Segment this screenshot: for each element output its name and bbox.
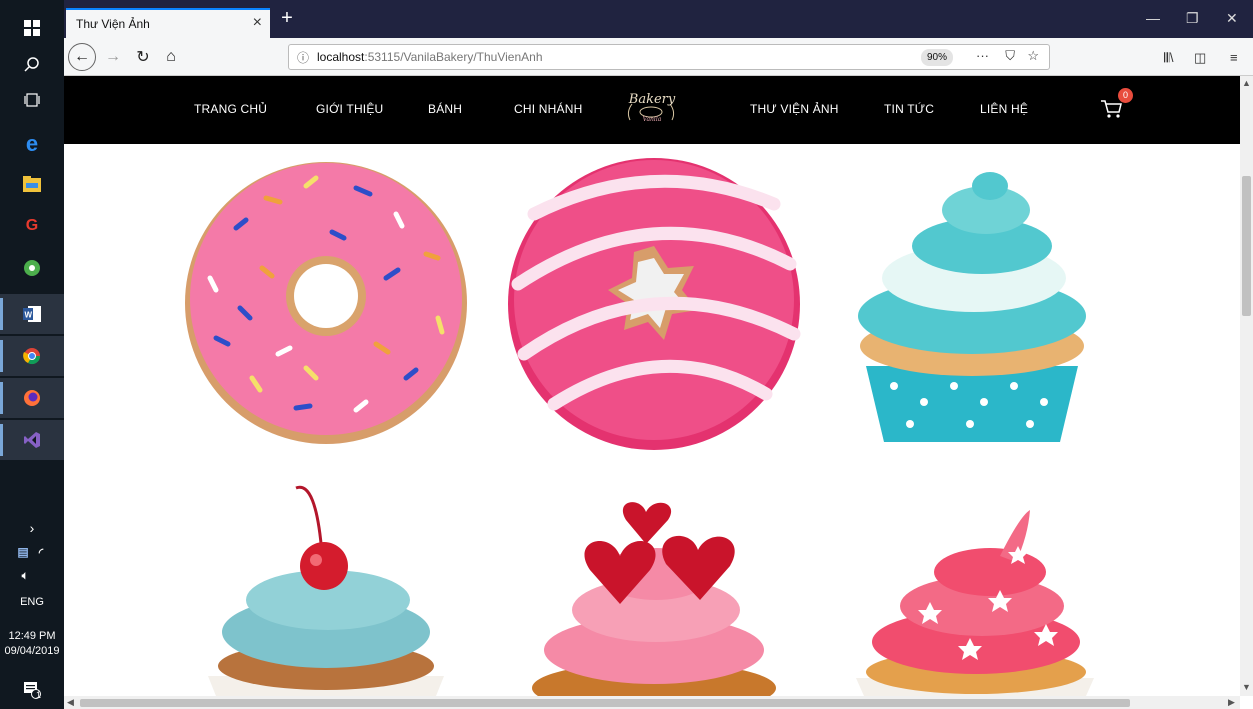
language-indicator[interactable]: ENG — [0, 596, 64, 608]
windows-logo-icon — [23, 19, 41, 37]
restore-icon[interactable]: ❐ — [1186, 10, 1199, 27]
url-host: localhost — [317, 50, 365, 64]
firefox-window: Thư Viện Ảnh × + — ❐ ✕ ← → ↻ ⌂ ⓘ localho… — [64, 0, 1253, 709]
menu-tin-tuc[interactable]: TIN TỨC — [884, 102, 934, 116]
gallery-image-cupcake-hearts[interactable] — [520, 500, 786, 696]
windows-taskbar: e G W › ▤ ◜ 🔈︎ ENG 12:49 PM 09/04/2019 1 — [0, 0, 64, 709]
url-path: :53115/VanilaBakery/ThuVienAnh — [364, 50, 543, 64]
logo-text: Bakery — [628, 92, 676, 107]
reload-icon: ↻ — [136, 49, 150, 66]
show-hidden-icons-chevron[interactable]: › — [0, 520, 64, 536]
cart-count-badge: 0 — [1118, 88, 1133, 103]
scroll-left-icon[interactable]: ◀ — [67, 697, 74, 708]
notification-count: 1 — [36, 690, 42, 700]
close-window-icon[interactable]: ✕ — [1226, 10, 1238, 27]
gallery-image-cupcake-teal[interactable] — [854, 166, 1090, 446]
navigation-toolbar: ← → ↻ ⌂ ⓘ localhost :53115/VanilaBakery/… — [64, 38, 1253, 76]
gallery-image-donut-glazed-pink[interactable] — [504, 154, 804, 452]
action-center-button[interactable]: 1 — [0, 670, 64, 709]
taskbar-chrome[interactable] — [0, 336, 64, 376]
reload-button[interactable]: ↻ — [130, 44, 156, 70]
search-button[interactable] — [0, 44, 64, 84]
sidebar-icon[interactable]: ◫ — [1194, 50, 1206, 66]
edge-icon: e — [25, 131, 39, 156]
chrome-icon — [23, 347, 41, 365]
volume-button[interactable]: 🔈︎ — [0, 564, 64, 588]
garena-icon: G — [25, 217, 39, 234]
folder-icon — [23, 175, 41, 193]
menu-lien-he[interactable]: LIÊN HỆ — [980, 102, 1028, 116]
start-button[interactable] — [0, 8, 64, 48]
gallery-image-cupcake-cherry[interactable] — [204, 480, 448, 696]
network-icon: ◜ — [38, 546, 44, 559]
scroll-down-icon[interactable]: ▼ — [1242, 682, 1251, 692]
hamburger-menu-icon[interactable]: ≡ — [1230, 50, 1238, 65]
page-viewport: TRANG CHỦ GIỚI THIỆU BÁNH CHI NHÁNH Bake… — [64, 76, 1240, 696]
horizontal-scroll-thumb[interactable] — [80, 699, 1130, 707]
taskbar-word[interactable]: W — [0, 294, 64, 334]
speaker-icon: 🔈︎ — [21, 569, 29, 582]
firefox-icon — [23, 389, 41, 407]
tray-icons[interactable]: ▤ ◜ — [0, 540, 64, 564]
clock-time[interactable]: 12:49 PM — [0, 630, 64, 642]
minimize-icon[interactable]: — — [1146, 10, 1160, 26]
taskbar-garena[interactable]: G — [0, 206, 64, 246]
page-actions-icon[interactable]: ··· — [976, 48, 989, 63]
bookmark-star-icon[interactable]: ☆ — [1027, 48, 1039, 64]
logo-subtext: Vanila — [642, 116, 662, 123]
horizontal-scrollbar[interactable]: ◀ ▶ — [64, 696, 1240, 709]
menu-gioi-thieu[interactable]: GIỚI THIỆU — [316, 102, 383, 116]
forward-button[interactable]: → — [100, 44, 126, 70]
zoom-indicator[interactable]: 90% — [920, 49, 953, 66]
bakery-logo[interactable]: Bakery Vanila — [620, 90, 682, 130]
forward-arrow-icon: → — [105, 48, 121, 65]
taskbar-firefox[interactable] — [0, 378, 64, 418]
library-icon[interactable]: 𝄃𝄃\ — [1164, 50, 1173, 66]
new-tab-button[interactable]: + — [276, 8, 298, 30]
address-bar[interactable]: ⓘ localhost :53115/VanilaBakery/ThuVienA… — [288, 44, 1050, 70]
tab-title: Thư Viện Ảnh — [76, 17, 150, 31]
tab-strip: Thư Viện Ảnh × + — ❐ ✕ — [64, 0, 1253, 38]
taskbar-visual-studio[interactable] — [0, 420, 64, 460]
vertical-scrollbar[interactable]: ▲ ▼ — [1240, 76, 1253, 696]
task-view-icon — [23, 91, 41, 109]
scroll-right-icon[interactable]: ▶ — [1228, 697, 1235, 708]
green-app-icon — [23, 259, 41, 277]
back-button[interactable]: ← — [68, 43, 96, 71]
tab-thu-vien-anh[interactable]: Thư Viện Ảnh × — [66, 8, 270, 38]
site-info-icon[interactable]: ⓘ — [289, 49, 317, 66]
taskbar-file-explorer[interactable] — [0, 164, 64, 204]
svg-text:W: W — [25, 311, 33, 320]
gallery-image-donut-sprinkles[interactable] — [176, 158, 476, 448]
menu-trang-chu[interactable]: TRANG CHỦ — [194, 102, 267, 116]
back-arrow-icon: ← — [74, 48, 90, 65]
vertical-scroll-thumb[interactable] — [1242, 176, 1251, 316]
menu-thu-vien-anh[interactable]: THƯ VIỆN ẢNH — [750, 102, 839, 116]
search-icon — [23, 55, 41, 73]
taskbar-app-green[interactable] — [0, 248, 64, 288]
site-navigation-bar: TRANG CHỦ GIỚI THIỆU BÁNH CHI NHÁNH Bake… — [64, 76, 1240, 144]
tab-close-icon[interactable]: × — [253, 14, 262, 32]
menu-chi-nhanh[interactable]: CHI NHÁNH — [514, 102, 582, 116]
home-button[interactable]: ⌂ — [158, 44, 184, 70]
home-icon: ⌂ — [166, 48, 176, 65]
task-view-button[interactable] — [0, 80, 64, 120]
taskbar-edge[interactable]: e — [0, 124, 64, 164]
screen: e G W › ▤ ◜ 🔈︎ ENG 12:49 PM 09/04/2019 1… — [0, 0, 1253, 709]
menu-banh[interactable]: BÁNH — [428, 102, 462, 116]
tray-keyboard-icon: ▤ — [17, 545, 29, 559]
clock-date[interactable]: 09/04/2019 — [0, 645, 64, 657]
gallery-image-cupcake-pink-stars[interactable] — [850, 506, 1100, 696]
visual-studio-icon — [23, 431, 41, 449]
scroll-up-icon[interactable]: ▲ — [1242, 78, 1251, 88]
word-icon: W — [23, 305, 41, 323]
pocket-icon[interactable]: ⛉ — [1005, 48, 1015, 64]
